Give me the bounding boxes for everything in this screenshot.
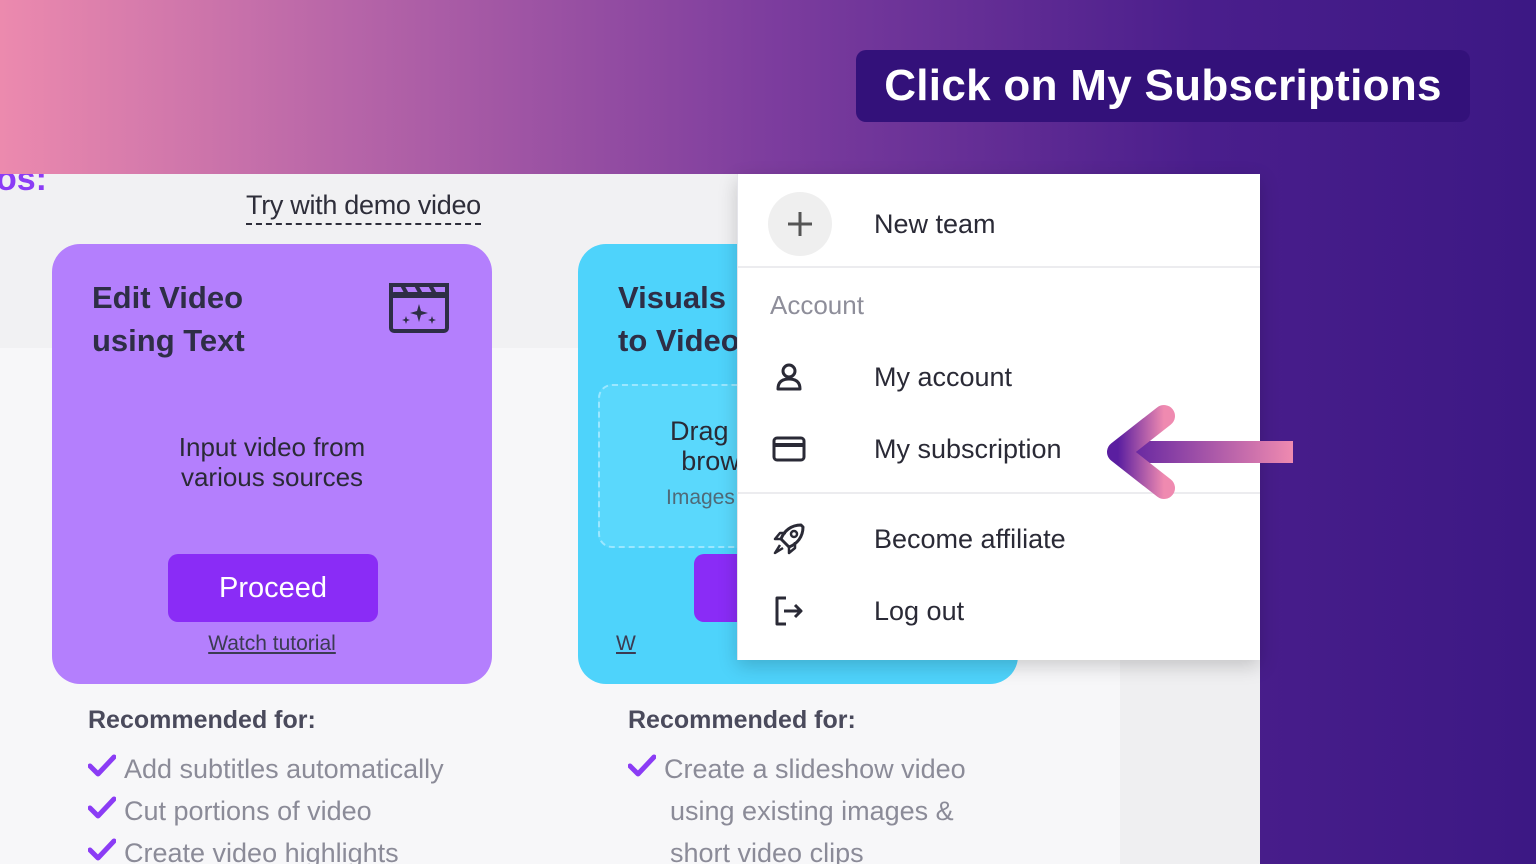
list-item: short video clips: [670, 838, 864, 864]
menu-divider: [738, 266, 1260, 268]
recommended-list: Add subtitles automatically Cut portions…: [88, 748, 444, 864]
menu-item-new-team[interactable]: New team: [738, 184, 1260, 264]
dropzone-subtext: Images: [666, 486, 735, 509]
menu-item-label: Become affiliate: [874, 523, 1066, 554]
checkmark-icon: [628, 754, 656, 777]
card-title: Edit Video using Text: [92, 280, 245, 358]
logout-icon: [770, 592, 808, 630]
edit-video-card[interactable]: Edit Video using Text Input video from v…: [52, 244, 492, 684]
menu-item-label: New team: [874, 208, 996, 239]
menu-item-label: My account: [874, 361, 1013, 392]
list-item: Create video highlights: [88, 832, 444, 864]
clapperboard-sparkle-icon: [389, 283, 449, 333]
proceed-button[interactable]: Proceed: [168, 554, 378, 622]
menu-item-label: Log out: [874, 595, 965, 626]
recommended-title: Recommended for:: [88, 706, 316, 734]
instruction-banner: Click on My Subscriptions: [856, 50, 1470, 122]
card-description: Input video from various sources: [178, 432, 366, 492]
user-icon: [770, 358, 808, 396]
rocket-icon: [770, 520, 808, 558]
credit-card-icon: [770, 430, 808, 468]
menu-item-label: My subscription: [874, 433, 1062, 464]
menu-item-log-out[interactable]: Log out: [738, 582, 1260, 640]
section-heading: os:: [0, 174, 47, 198]
try-demo-video-link[interactable]: Try with demo video: [246, 190, 481, 225]
list-item: Create a slideshow video: [628, 748, 966, 790]
card-title: Visuals to Video: [618, 280, 740, 358]
menu-item-my-account[interactable]: My account: [738, 348, 1260, 406]
checkmark-icon: [88, 838, 116, 861]
plus-icon: [768, 192, 832, 256]
watch-tutorial-link[interactable]: W: [616, 632, 636, 656]
list-item: using existing images &: [670, 796, 954, 826]
menu-section-title: Account: [770, 290, 864, 320]
arrow-left-icon: [1107, 405, 1293, 499]
recommended-list: Create a slideshow video using existing …: [628, 748, 966, 864]
recommended-title: Recommended for:: [628, 706, 856, 734]
list-item: Cut portions of video: [88, 790, 444, 832]
list-item: Add subtitles automatically: [88, 748, 444, 790]
watch-tutorial-link[interactable]: Watch tutorial: [52, 632, 492, 656]
checkmark-icon: [88, 754, 116, 777]
checkmark-icon: [88, 796, 116, 819]
menu-item-become-affiliate[interactable]: Become affiliate: [738, 510, 1260, 568]
